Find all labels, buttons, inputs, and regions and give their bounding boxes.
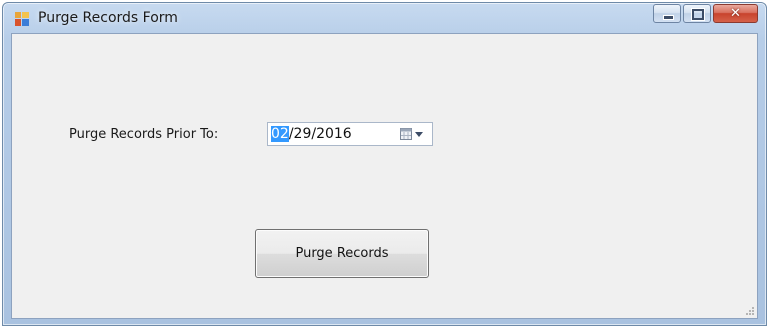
date-month-segment[interactable]: 02 [271, 126, 289, 142]
close-icon: ✕ [730, 6, 741, 21]
minimize-button[interactable] [653, 4, 681, 23]
window-title: Purge Records Form [38, 10, 178, 26]
calendar-dropdown-button[interactable] [400, 127, 426, 143]
caption-buttons: ✕ [653, 4, 758, 24]
resize-grip-icon[interactable] [745, 306, 755, 316]
close-button[interactable]: ✕ [713, 4, 758, 23]
date-rest-segment[interactable]: /29/2016 [289, 126, 352, 142]
form-client-area: Purge Records Prior To: 02/29/2016 Purge… [11, 33, 758, 319]
purge-date-label: Purge Records Prior To: [69, 127, 219, 142]
maximize-icon [691, 8, 705, 21]
title-bar[interactable]: Purge Records Form ✕ [3, 3, 766, 33]
date-value[interactable]: 02/29/2016 [271, 126, 352, 142]
calendar-icon [400, 128, 412, 140]
purge-records-button[interactable]: Purge Records [255, 229, 429, 278]
windows-form-icon [15, 12, 29, 26]
minimize-icon [663, 15, 674, 20]
chevron-down-icon [415, 132, 423, 137]
purge-date-picker[interactable]: 02/29/2016 [267, 122, 433, 146]
purge-records-window: Purge Records Form ✕ Purge Records Prior… [2, 2, 767, 326]
maximize-button[interactable] [683, 4, 711, 23]
